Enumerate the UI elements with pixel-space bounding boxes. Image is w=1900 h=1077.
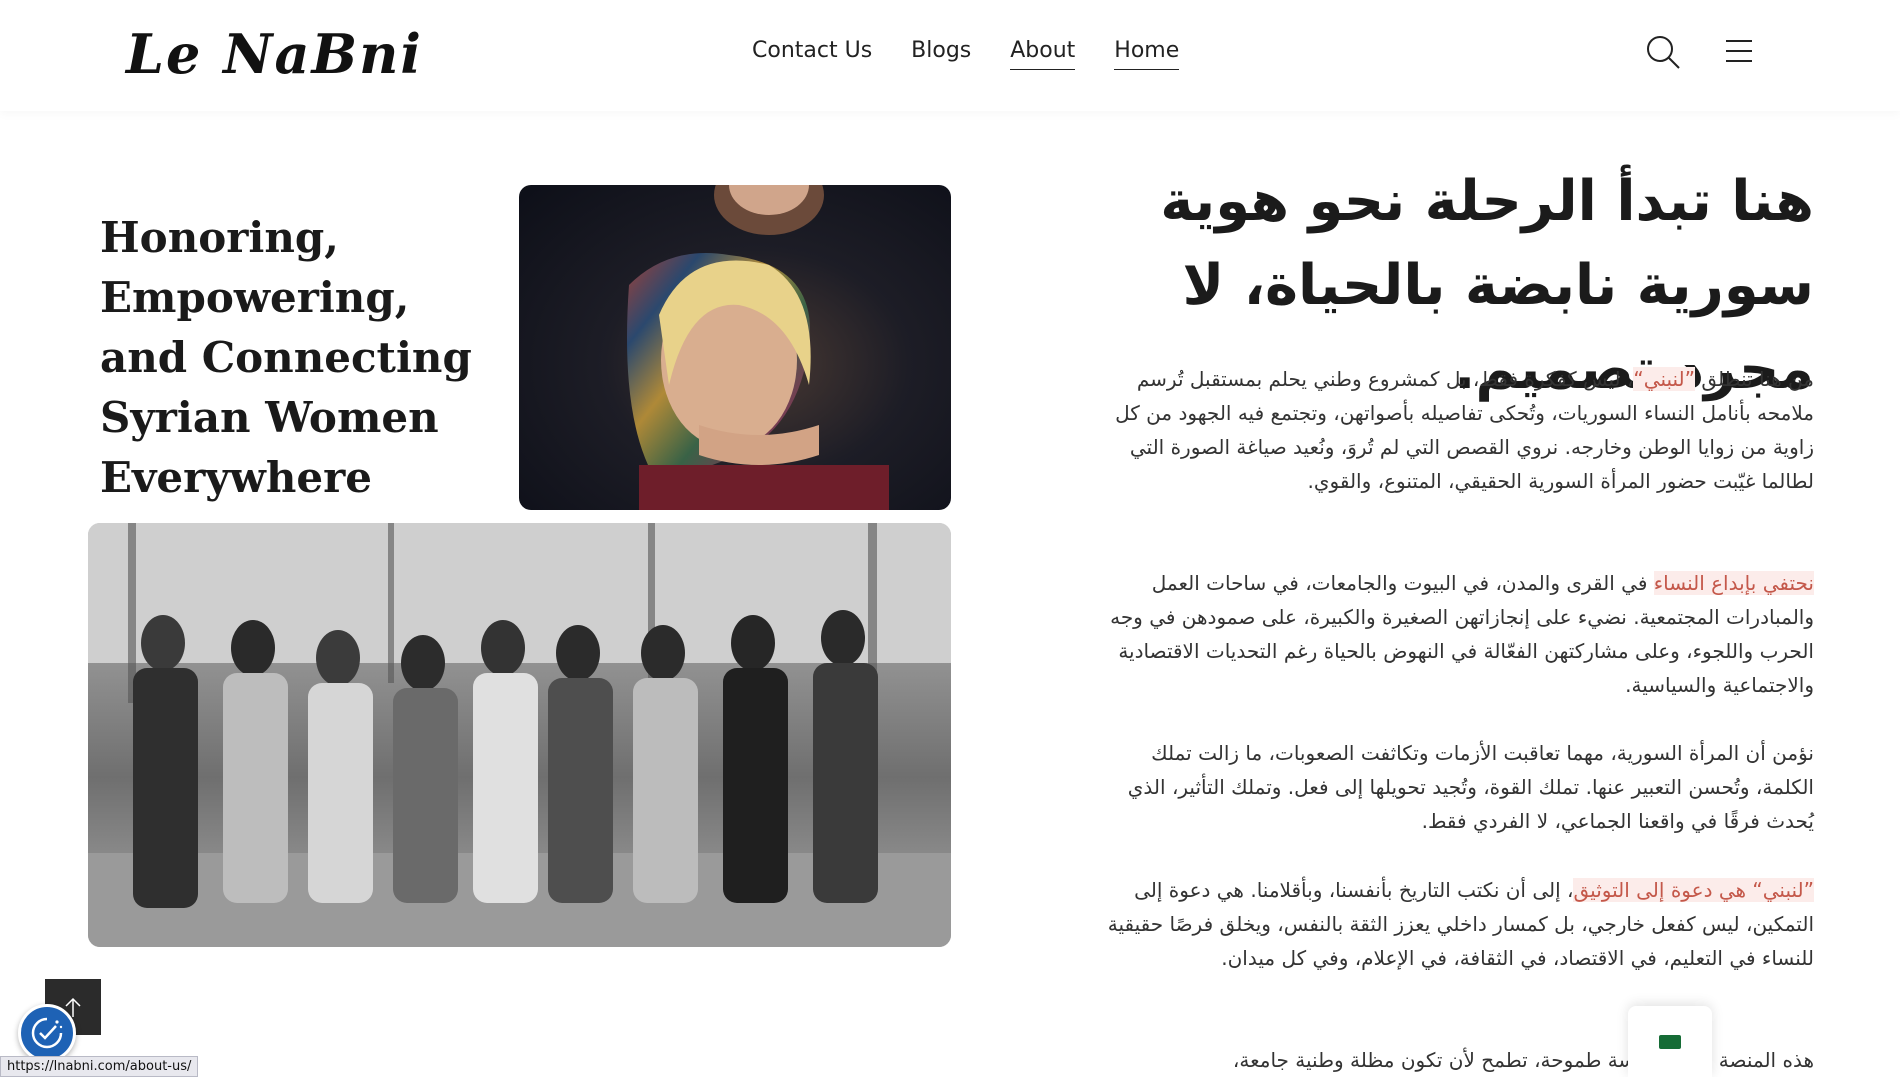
nav-link-about[interactable]: About (1010, 38, 1076, 70)
portrait-illustration (627, 185, 889, 510)
site-header: Le NaBni Contact Us Blogs About Home (0, 0, 1900, 111)
site-logo[interactable]: Le NaBni (126, 22, 423, 86)
cookie-consent-button[interactable] (18, 1004, 76, 1062)
hero-title: Honoring, Empowering, and Connecting Syr… (100, 213, 472, 502)
search-button[interactable] (1645, 34, 1681, 70)
menu-button[interactable] (1724, 38, 1754, 64)
hamburger-icon (1726, 40, 1752, 62)
status-bar-url: https://lnabni.com/about-us/ (0, 1056, 199, 1077)
language-switcher[interactable] (1628, 1006, 1712, 1077)
paragraph-intro-start: من هنا تنطلق (1695, 367, 1814, 391)
cookie-consent-icon (31, 1017, 63, 1049)
highlight-documentation-call: ”لنبني“ هي دعوة إلى التوثيق (1573, 878, 1814, 902)
highlight-celebrate-women: نحتفي بإبداع النساء (1653, 571, 1814, 595)
search-icon (1647, 36, 1680, 69)
nav-link-contact-us[interactable]: Contact Us (752, 38, 872, 70)
highlight-lnabni: ”لنبني“ (1633, 367, 1695, 391)
paragraph-intro: من هنا تنطلق ”لنبني“، ليس كفكرة فقط، بل … (1090, 362, 1814, 498)
main-nav: Contact Us Blogs About Home (752, 38, 1180, 70)
logo-text: Le NaBni (126, 22, 423, 86)
paragraph-belief: نؤمن أن المرأة السورية، مهما تعاقبت الأز… (1127, 741, 1814, 833)
group-photo (88, 523, 951, 947)
paragraph-celebrate: نحتفي بإبداع النساء في القرى والمدن، في … (1090, 566, 1814, 702)
saudi-flag-icon (1659, 1034, 1681, 1049)
paragraph-call: ”لنبني“ هي دعوة إلى التوثيق، إلى أن نكتب… (1090, 873, 1814, 975)
portrait-photo (519, 185, 951, 510)
nav-link-home[interactable]: Home (1114, 38, 1180, 70)
nav-link-blogs[interactable]: Blogs (911, 38, 971, 70)
group-photo-illustration (88, 523, 951, 947)
